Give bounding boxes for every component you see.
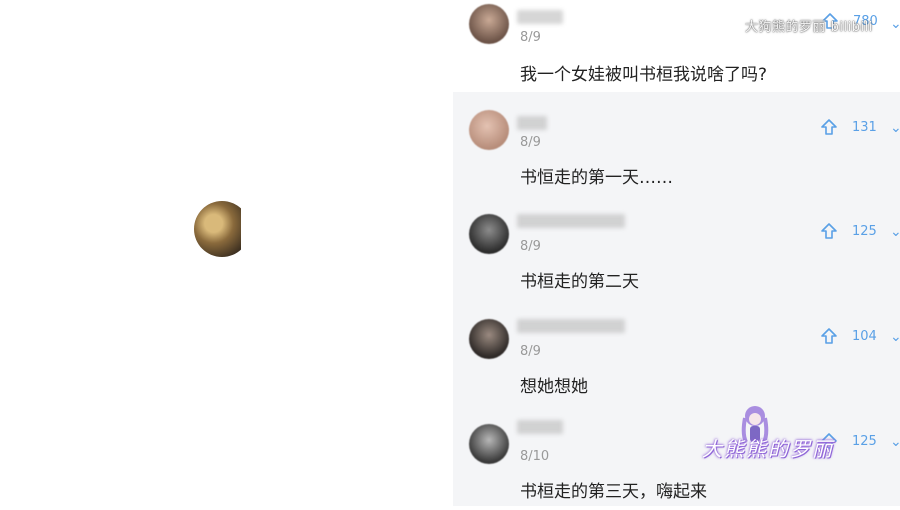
avatar[interactable]: [469, 214, 509, 254]
reply-item: 8/9 想她想她 104 ⌄: [453, 301, 900, 405]
upvote-button[interactable]: 104: [820, 327, 877, 345]
reply-date: 8/9: [520, 239, 541, 254]
reply-text: 书桓走的第三天，嗨起来: [520, 482, 707, 502]
reply-text: 想她想她: [520, 377, 588, 397]
avatar[interactable]: [469, 110, 509, 150]
reply-item: 8/9 书恒走的第一天…… 131 ⌄: [453, 92, 900, 196]
upvote-arrow-icon: [821, 223, 837, 239]
username-blurred: [517, 116, 547, 130]
bilibili-watermark: 大狗熊的罗丽 bilibili: [745, 20, 873, 35]
more-icon[interactable]: ⌄: [890, 120, 900, 134]
more-icon[interactable]: ⌄: [890, 329, 900, 343]
avatar[interactable]: [469, 319, 509, 359]
username-blurred: [517, 420, 563, 434]
username-blurred: [517, 319, 625, 333]
more-icon[interactable]: ⌄: [890, 16, 900, 30]
more-icon[interactable]: ⌄: [890, 434, 900, 448]
username-blurred: [517, 10, 563, 24]
channel-watermark: 大熊熊的罗丽: [702, 437, 834, 461]
upvote-arrow-icon: [821, 119, 837, 135]
comment-panel: 8/9 我一个女娃被叫书桓我说啥了吗? 780 ⌄ 8/9 书恒走的第一天…… …: [453, 0, 900, 506]
comment-text: 我一个女娃被叫书桓我说啥了吗?: [520, 65, 768, 85]
reply-date: 8/9: [520, 344, 541, 359]
avatar[interactable]: [194, 201, 241, 257]
reply-text: 书恒走的第一天……: [520, 168, 673, 188]
reply-item: 8/9 书桓走的第二天 125 ⌄: [453, 196, 900, 300]
comment-date: 8/9: [520, 30, 541, 45]
upvote-count: 104: [852, 328, 877, 344]
reply-date: 8/9: [520, 135, 541, 150]
reply-date: 8/10: [520, 449, 550, 464]
left-pane: [0, 0, 453, 506]
reply-text: 书桓走的第二天: [520, 272, 639, 292]
upvote-arrow-icon: [821, 328, 837, 344]
avatar[interactable]: [469, 424, 509, 464]
avatar[interactable]: [469, 4, 509, 44]
upvote-button[interactable]: 125: [820, 222, 877, 240]
more-icon[interactable]: ⌄: [890, 224, 900, 238]
upvote-count: 125: [852, 223, 877, 239]
main-comment: 8/9 我一个女娃被叫书桓我说啥了吗? 780 ⌄: [453, 0, 900, 92]
upvote-button[interactable]: 131: [820, 118, 877, 136]
username-blurred: [517, 214, 625, 228]
upvote-count: 131: [852, 119, 877, 135]
upvote-count: 125: [852, 433, 877, 449]
